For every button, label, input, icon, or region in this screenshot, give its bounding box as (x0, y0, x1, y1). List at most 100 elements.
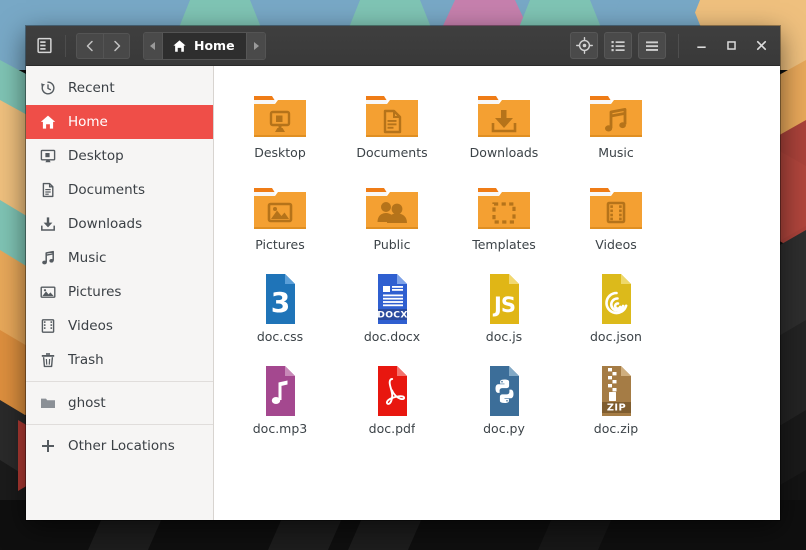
svg-text:DOCX: DOCX (377, 309, 407, 320)
film-icon (39, 318, 56, 335)
minimize-button[interactable] (689, 33, 713, 59)
sidebar-toggle-button[interactable] (33, 33, 55, 59)
file-name: doc.js (485, 329, 523, 344)
clock-history-icon (39, 80, 56, 97)
file-name: doc.mp3 (252, 421, 308, 436)
close-icon (756, 40, 766, 51)
navigation-button-group (76, 32, 130, 59)
sidebar-item-trash[interactable]: Trash (26, 343, 213, 377)
file-name: doc.pdf (368, 421, 416, 436)
folder-public-icon (363, 176, 421, 234)
file-docx-icon: DOCX (363, 268, 421, 326)
window-headerbar: Home (26, 26, 780, 66)
file-item[interactable]: Music (560, 80, 672, 172)
desktop-icon (39, 148, 56, 165)
file-item[interactable]: Templates (448, 172, 560, 264)
file-item[interactable]: doc.pdf (336, 356, 448, 448)
folder-documents-icon (363, 84, 421, 142)
file-manager-window: Home Recent Home Desktop Documents Downl… (26, 26, 780, 520)
location-target-icon (575, 37, 593, 54)
folder-music-icon (587, 84, 645, 142)
main-menu-button[interactable] (638, 32, 666, 59)
file-item[interactable]: doc.py (448, 356, 560, 448)
sidebar-item-documents[interactable]: Documents (26, 173, 213, 207)
sidebar-item-label: Documents (68, 182, 145, 198)
folder-desktop-icon (251, 84, 309, 142)
file-name: doc.docx (363, 329, 421, 344)
sidebar-item-downloads[interactable]: Downloads (26, 207, 213, 241)
folder-videos-icon (587, 176, 645, 234)
sidebar-item-label: Trash (68, 352, 104, 368)
file-name: Pictures (255, 237, 305, 252)
file-view-area[interactable]: Desktop Documents Downloads Music Pictur… (214, 66, 780, 520)
sidebar-item-label: Home (68, 114, 108, 130)
sidebar-toggle-icon (36, 37, 52, 54)
sidebar-item-label: Pictures (68, 284, 122, 300)
file-item[interactable]: Videos (560, 172, 672, 264)
file-name: doc.py (483, 421, 525, 436)
path-breadcrumb-bar: Home (143, 31, 266, 60)
folder-icon (39, 395, 56, 412)
sidebar-item-label: Other Locations (68, 438, 175, 454)
file-name: Documents (356, 145, 428, 160)
back-button[interactable] (76, 32, 103, 59)
file-item[interactable]: Public (336, 172, 448, 264)
file-name: doc.css (256, 329, 304, 344)
file-css-icon: 3 (251, 268, 309, 326)
file-pdf-icon (363, 360, 421, 418)
sidebar-item-desktop[interactable]: Desktop (26, 139, 213, 173)
maximize-button[interactable] (719, 33, 743, 59)
file-json-icon (587, 268, 645, 326)
folder-downloads-icon (475, 84, 533, 142)
sidebar-item-label: Recent (68, 80, 115, 96)
file-item[interactable]: Pictures (224, 172, 336, 264)
svg-text:ZIP: ZIP (607, 402, 626, 413)
file-python-icon (475, 360, 533, 418)
file-item[interactable]: DOCX doc.docx (336, 264, 448, 356)
file-item[interactable]: doc.json (560, 264, 672, 356)
chevron-left-icon (86, 40, 93, 51)
hamburger-menu-icon (646, 40, 658, 51)
sidebar-item-ghost[interactable]: ghost (26, 386, 213, 420)
minimize-icon (696, 46, 706, 49)
sidebar-item-label: Videos (68, 318, 113, 334)
file-item[interactable]: 3 doc.css (224, 264, 336, 356)
file-item[interactable]: doc.mp3 (224, 356, 336, 448)
forward-button[interactable] (103, 32, 130, 59)
sidebar-item-videos[interactable]: Videos (26, 309, 213, 343)
file-name: Desktop (254, 145, 306, 160)
file-name: doc.zip (593, 421, 639, 436)
sidebar-item-recent[interactable]: Recent (26, 71, 213, 105)
svg-text:3: 3 (271, 286, 290, 319)
triangle-right-icon (253, 41, 259, 50)
sidebar-item-other-locations[interactable]: Other Locations (26, 429, 213, 463)
file-item[interactable]: ZIP doc.zip (560, 356, 672, 448)
file-name: Music (598, 145, 634, 160)
sidebar-item-label: Music (68, 250, 107, 266)
file-item[interactable]: Desktop (224, 80, 336, 172)
folder-pictures-icon (251, 176, 309, 234)
path-scroll-right-button[interactable] (246, 32, 265, 59)
file-item[interactable]: JS doc.js (448, 264, 560, 356)
icon-grid: Desktop Documents Downloads Music Pictur… (224, 80, 770, 448)
sidebar-item-home[interactable]: Home (26, 105, 213, 139)
breadcrumb-home-label: Home (194, 38, 235, 53)
sidebar-item-music[interactable]: Music (26, 241, 213, 275)
path-scroll-left-button[interactable] (144, 32, 162, 59)
file-mp3-icon (251, 360, 309, 418)
breadcrumb-home[interactable]: Home (162, 32, 247, 59)
sidebar-item-label: Downloads (68, 216, 143, 232)
file-item[interactable]: Downloads (448, 80, 560, 172)
file-js-icon: JS (475, 268, 533, 326)
home-icon (173, 39, 186, 52)
list-view-button[interactable] (604, 32, 632, 59)
plus-icon (39, 438, 56, 455)
file-item[interactable]: Documents (336, 80, 448, 172)
sidebar-divider (26, 424, 213, 425)
document-icon (39, 182, 56, 199)
window-controls-separator (678, 33, 679, 58)
location-button[interactable] (570, 32, 598, 59)
close-button[interactable] (749, 33, 773, 59)
home-icon (39, 114, 56, 131)
sidebar-item-pictures[interactable]: Pictures (26, 275, 213, 309)
